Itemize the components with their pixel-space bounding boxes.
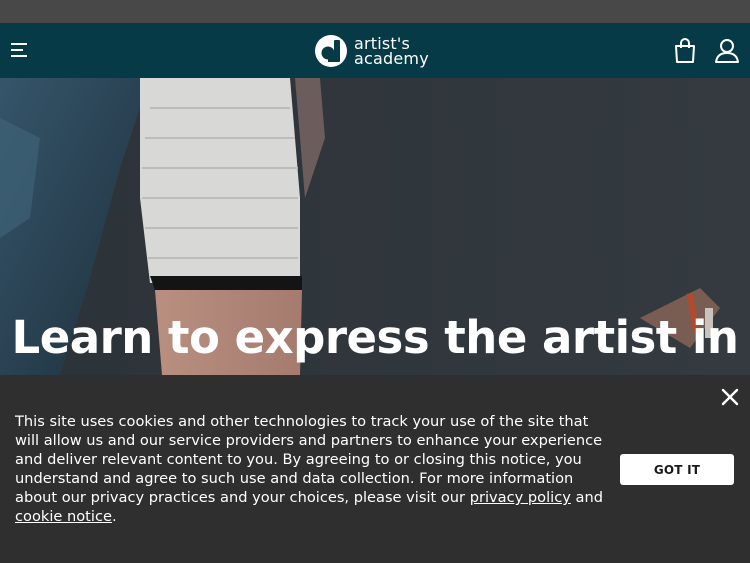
cookie-notice-link[interactable]: cookie notice [15,508,112,525]
user-icon [715,39,739,63]
hero-section: Learn to express the artist in you [0,78,750,375]
close-icon [721,388,739,406]
hamburger-icon [11,43,27,57]
logo-line-2: academy [354,49,429,68]
cookie-banner: This site uses cookies and other technol… [0,375,750,563]
cookie-conjunction: and [575,489,603,506]
logo-mark-icon [315,35,347,67]
privacy-policy-link[interactable]: privacy policy [470,489,571,506]
cookie-message: This site uses cookies and other technol… [15,412,605,526]
cart-button[interactable] [673,37,697,65]
site-logo[interactable]: artist's academy [314,32,429,70]
site-header: artist's academy [0,23,750,78]
hero-title: Learn to express the artist in you [11,311,739,375]
got-it-button[interactable]: GOT IT [620,454,734,485]
cookie-end-punct: . [111,508,117,525]
logo-text: artist's academy [354,36,429,68]
shopping-bag-icon [675,38,695,63]
menu-button[interactable] [8,37,30,63]
browser-top-strip [0,0,750,23]
cookie-close-button[interactable] [718,385,742,409]
account-button[interactable] [714,37,740,65]
